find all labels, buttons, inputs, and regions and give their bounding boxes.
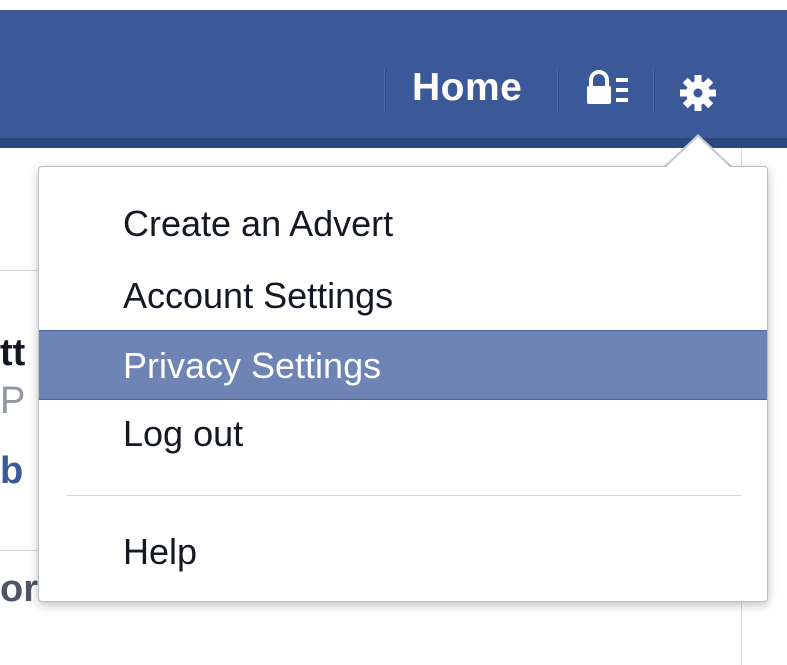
- background-text-fragment: or: [0, 568, 38, 610]
- menu-divider: [67, 495, 741, 496]
- settings-dropdown-menu: Create an Advert Account Settings Privac…: [38, 166, 768, 602]
- dropdown-arrow-fill: [665, 137, 731, 168]
- background-text-fragment: P: [0, 380, 26, 422]
- background-link-fragment[interactable]: b: [0, 450, 40, 493]
- nav-separator: [384, 68, 386, 114]
- background-text-fragment: tt: [0, 332, 26, 374]
- menu-item-help[interactable]: Help: [39, 517, 767, 587]
- lock-list-icon[interactable]: [585, 70, 633, 106]
- divider-line: [0, 270, 40, 271]
- gear-icon[interactable]: [669, 67, 727, 117]
- menu-item-log-out[interactable]: Log out: [39, 399, 767, 469]
- home-link[interactable]: Home: [412, 62, 522, 114]
- menu-item-account-settings[interactable]: Account Settings: [39, 261, 767, 331]
- nav-separator: [653, 68, 655, 114]
- menu-item-create-advert[interactable]: Create an Advert: [39, 189, 767, 259]
- menu-item-privacy-settings[interactable]: Privacy Settings: [39, 330, 767, 400]
- nav-separator: [557, 68, 559, 114]
- divider-line: [0, 550, 40, 551]
